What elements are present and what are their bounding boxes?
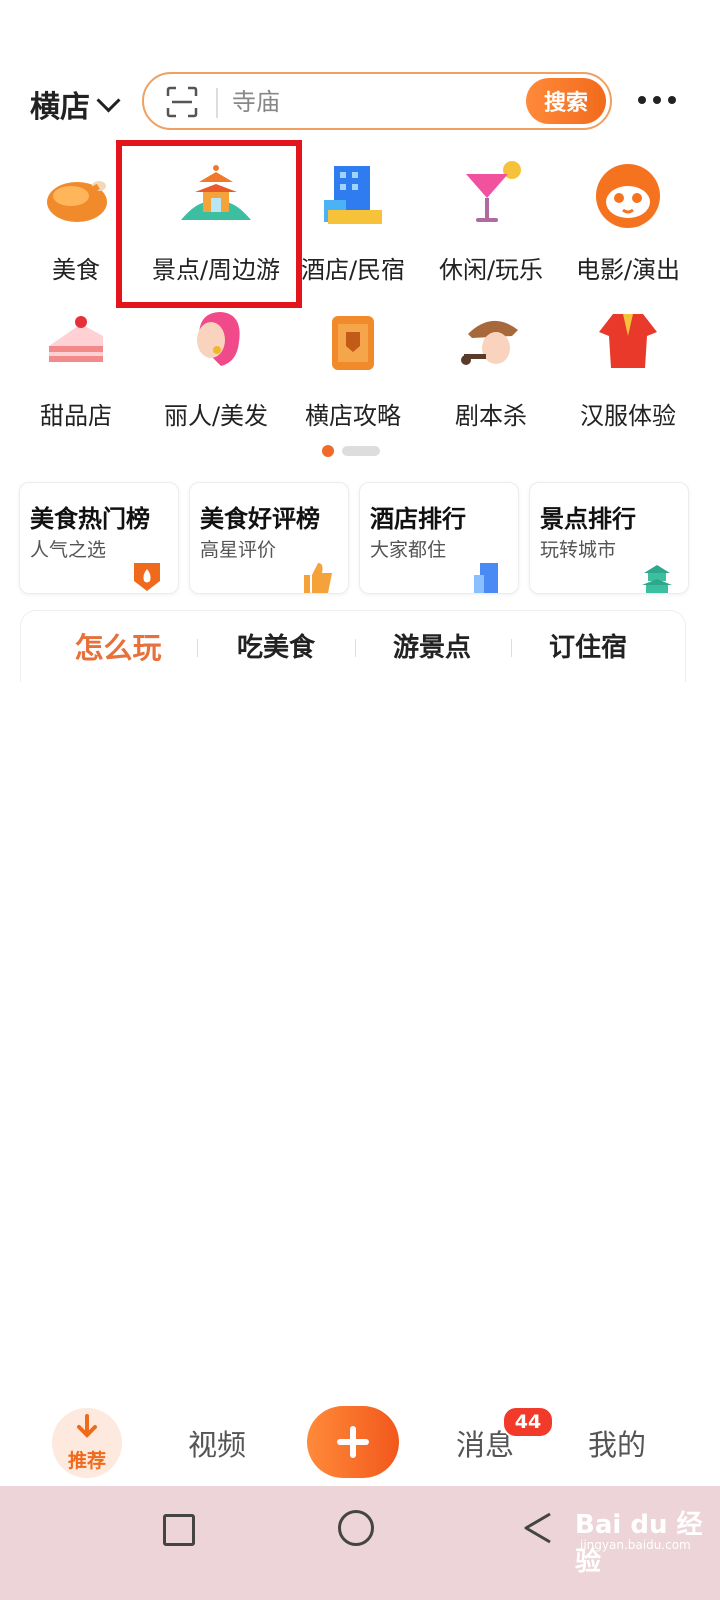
- cat-face-icon: [596, 164, 660, 228]
- thumbs-up-icon: [304, 563, 332, 593]
- arrow-down-icon: [77, 1414, 97, 1438]
- tab-lodging[interactable]: 订住宿: [513, 627, 663, 664]
- building-icon: [474, 563, 498, 593]
- ranking-title: 景点排行: [540, 505, 636, 533]
- ranking-subtitle: 高星评价: [200, 539, 277, 561]
- top-bar: 横店 搜索: [0, 68, 720, 138]
- tab-food[interactable]: 吃美食: [201, 627, 351, 664]
- city-name: 横店: [30, 90, 90, 125]
- search-input[interactable]: [230, 82, 514, 122]
- page-dot-inactive: [342, 446, 380, 456]
- back-icon[interactable]: [520, 1508, 560, 1548]
- chevron-down-icon: [96, 87, 121, 113]
- system-nav-bar: Bai du 经验 jingyan.baidu.com: [0, 1486, 720, 1600]
- tab-divider: [197, 639, 198, 657]
- cake-icon: [49, 316, 103, 362]
- category-label: 汉服体验: [580, 402, 676, 430]
- hotel-building-icon: [324, 166, 382, 224]
- page-dot-active: [322, 445, 334, 457]
- ranking-title: 美食好评榜: [200, 505, 320, 533]
- search-bar[interactable]: 搜索: [142, 72, 612, 130]
- scan-icon[interactable]: [166, 86, 198, 118]
- ranking-subtitle: 大家都住: [370, 539, 447, 561]
- ranking-card-food-hot[interactable]: 美食热门榜 人气之选: [19, 482, 179, 594]
- recent-apps-icon[interactable]: [163, 1514, 195, 1546]
- page-indicator: [322, 445, 380, 457]
- category-murder-mystery[interactable]: 剧本杀: [421, 296, 561, 436]
- tab-attractions[interactable]: 游景点: [357, 627, 507, 664]
- category-label: 剧本杀: [455, 402, 527, 430]
- category-hanfu[interactable]: 汉服体验: [558, 296, 698, 436]
- category-leisure[interactable]: 休闲/玩乐: [421, 150, 561, 290]
- more-icon[interactable]: [638, 96, 676, 104]
- search-divider: [216, 88, 218, 118]
- ranking-subtitle: 人气之选: [30, 539, 107, 561]
- detective-icon: [461, 320, 518, 365]
- category-dessert[interactable]: 甜品店: [6, 296, 146, 436]
- cocktail-icon: [466, 161, 521, 222]
- content-tabs: 怎么玩 吃美食 游景点 订住宿: [20, 610, 686, 682]
- fire-badge-icon: [134, 563, 160, 591]
- add-post-button[interactable]: [307, 1406, 399, 1478]
- tab-how-to-play[interactable]: 怎么玩: [43, 625, 193, 667]
- ranking-card-hotel[interactable]: 酒店排行 大家都住: [359, 482, 519, 594]
- tab-divider: [355, 639, 356, 657]
- category-hotel[interactable]: 酒店/民宿: [283, 150, 423, 290]
- bottom-nav: 推荐 视频 消息 44 我的: [0, 1400, 720, 1484]
- ranking-subtitle: 玩转城市: [540, 539, 617, 561]
- city-selector[interactable]: 横店: [30, 82, 121, 126]
- woman-hair-icon: [197, 312, 240, 366]
- highlight-box: [116, 140, 302, 308]
- category-movies[interactable]: 电影/演出: [558, 150, 698, 290]
- ranking-card-attractions[interactable]: 景点排行 玩转城市: [529, 482, 689, 594]
- luggage-icon: [332, 316, 374, 370]
- messages-badge: 44: [502, 1406, 554, 1438]
- category-label: 休闲/玩乐: [438, 256, 544, 284]
- category-label: 电影/演出: [575, 256, 681, 284]
- ranking-title: 美食热门榜: [30, 505, 150, 533]
- nav-recommend[interactable]: 推荐: [52, 1408, 122, 1478]
- nav-mine[interactable]: 我的: [588, 1422, 646, 1464]
- ranking-title: 酒店排行: [370, 505, 466, 533]
- watermark-url: jingyan.baidu.com: [580, 1538, 691, 1552]
- category-beauty[interactable]: 丽人/美发: [146, 296, 286, 436]
- pagoda-small-icon: [642, 565, 672, 593]
- tab-divider: [511, 639, 512, 657]
- category-label: 丽人/美发: [163, 402, 269, 430]
- search-button[interactable]: 搜索: [526, 78, 606, 124]
- roast-chicken-icon: [47, 181, 107, 222]
- nav-video[interactable]: 视频: [188, 1422, 246, 1464]
- category-label: 甜品店: [40, 402, 112, 430]
- category-label: 横店攻略: [305, 402, 401, 430]
- hanfu-icon: [599, 314, 657, 368]
- category-guide[interactable]: 横店攻略: [283, 296, 423, 436]
- home-icon[interactable]: [338, 1510, 374, 1546]
- ranking-card-food-rating[interactable]: 美食好评榜 高星评价: [189, 482, 349, 594]
- nav-recommend-label: 推荐: [67, 1450, 106, 1472]
